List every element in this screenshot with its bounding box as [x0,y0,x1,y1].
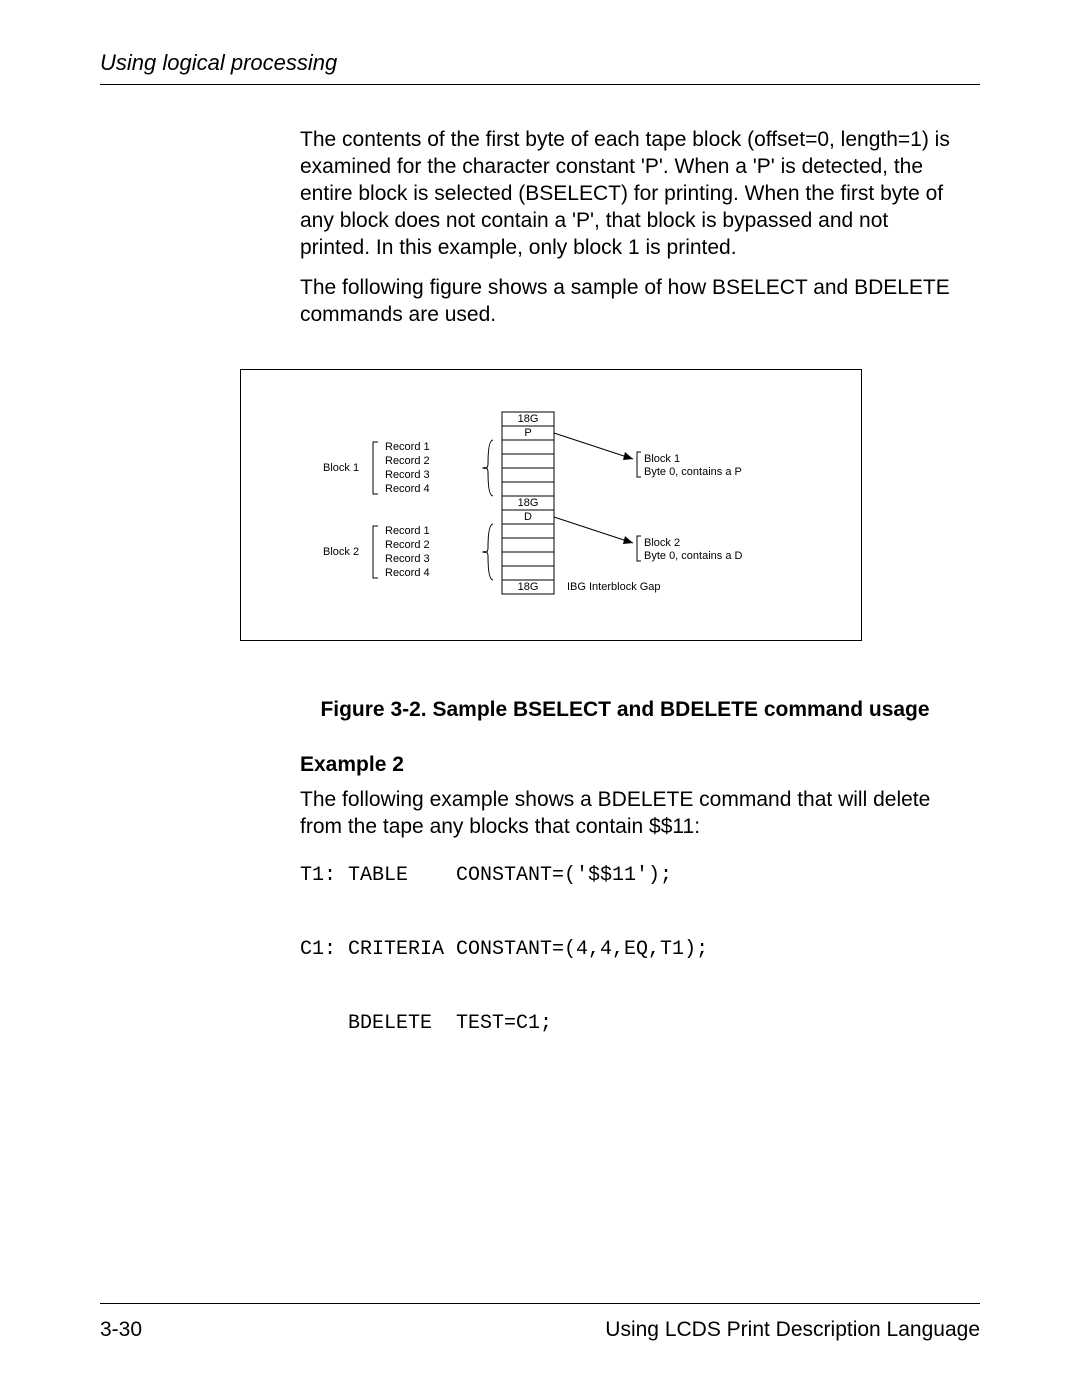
b1-r1: Record 1 [385,441,430,453]
footer: 3-30 Using LCDS Print Description Langua… [100,1303,980,1342]
note2a: Block 2 [644,537,680,549]
block1-label: Block 1 [323,462,359,474]
figure-caption: Figure 3-2. Sample BSELECT and BDELETE c… [300,696,950,723]
example-heading: Example 2 [300,753,950,777]
code-block: T1: TABLE CONSTANT=('$$11'); C1: CRITERI… [300,857,950,1042]
gap1-label: 18G [518,413,539,425]
b2-r1: Record 1 [385,525,430,537]
b2-r2: Record 2 [385,539,430,551]
paragraph-3: The following example shows a BDELETE co… [300,787,950,841]
gap2-label: 18G [518,497,539,509]
ibg-label: IBG Interblock Gap [567,581,661,593]
example-section: Example 2 The following example shows a … [300,753,950,1042]
b1-r2: Record 2 [385,455,430,467]
page: Using logical processing The contents of… [0,0,1080,1397]
b1-r4: Record 4 [385,483,430,495]
b1-r3: Record 3 [385,469,430,481]
note1b: Byte 0, contains a P [644,466,742,478]
header: Using logical processing [100,50,980,85]
paragraph-1: The contents of the first byte of each t… [300,127,950,261]
note2b: Byte 0, contains a D [644,550,742,562]
b2-r4: Record 4 [385,567,430,579]
footer-rule [100,1303,980,1304]
footer-title: Using LCDS Print Description Language [605,1318,980,1342]
page-number: 3-30 [100,1318,142,1342]
gap3-label: 18G [518,581,539,593]
paragraph-2: The following figure shows a sample of h… [300,275,950,329]
block2-label: Block 2 [323,546,359,558]
b2-r3: Record 3 [385,553,430,565]
body-column: The contents of the first byte of each t… [300,127,950,329]
note1a: Block 1 [644,453,680,465]
byte1-label: P [524,427,531,439]
section-title: Using logical processing [100,50,980,76]
byte2-label: D [524,511,532,523]
figure-diagram: 18G P 18G D [240,369,862,641]
header-rule [100,84,980,85]
